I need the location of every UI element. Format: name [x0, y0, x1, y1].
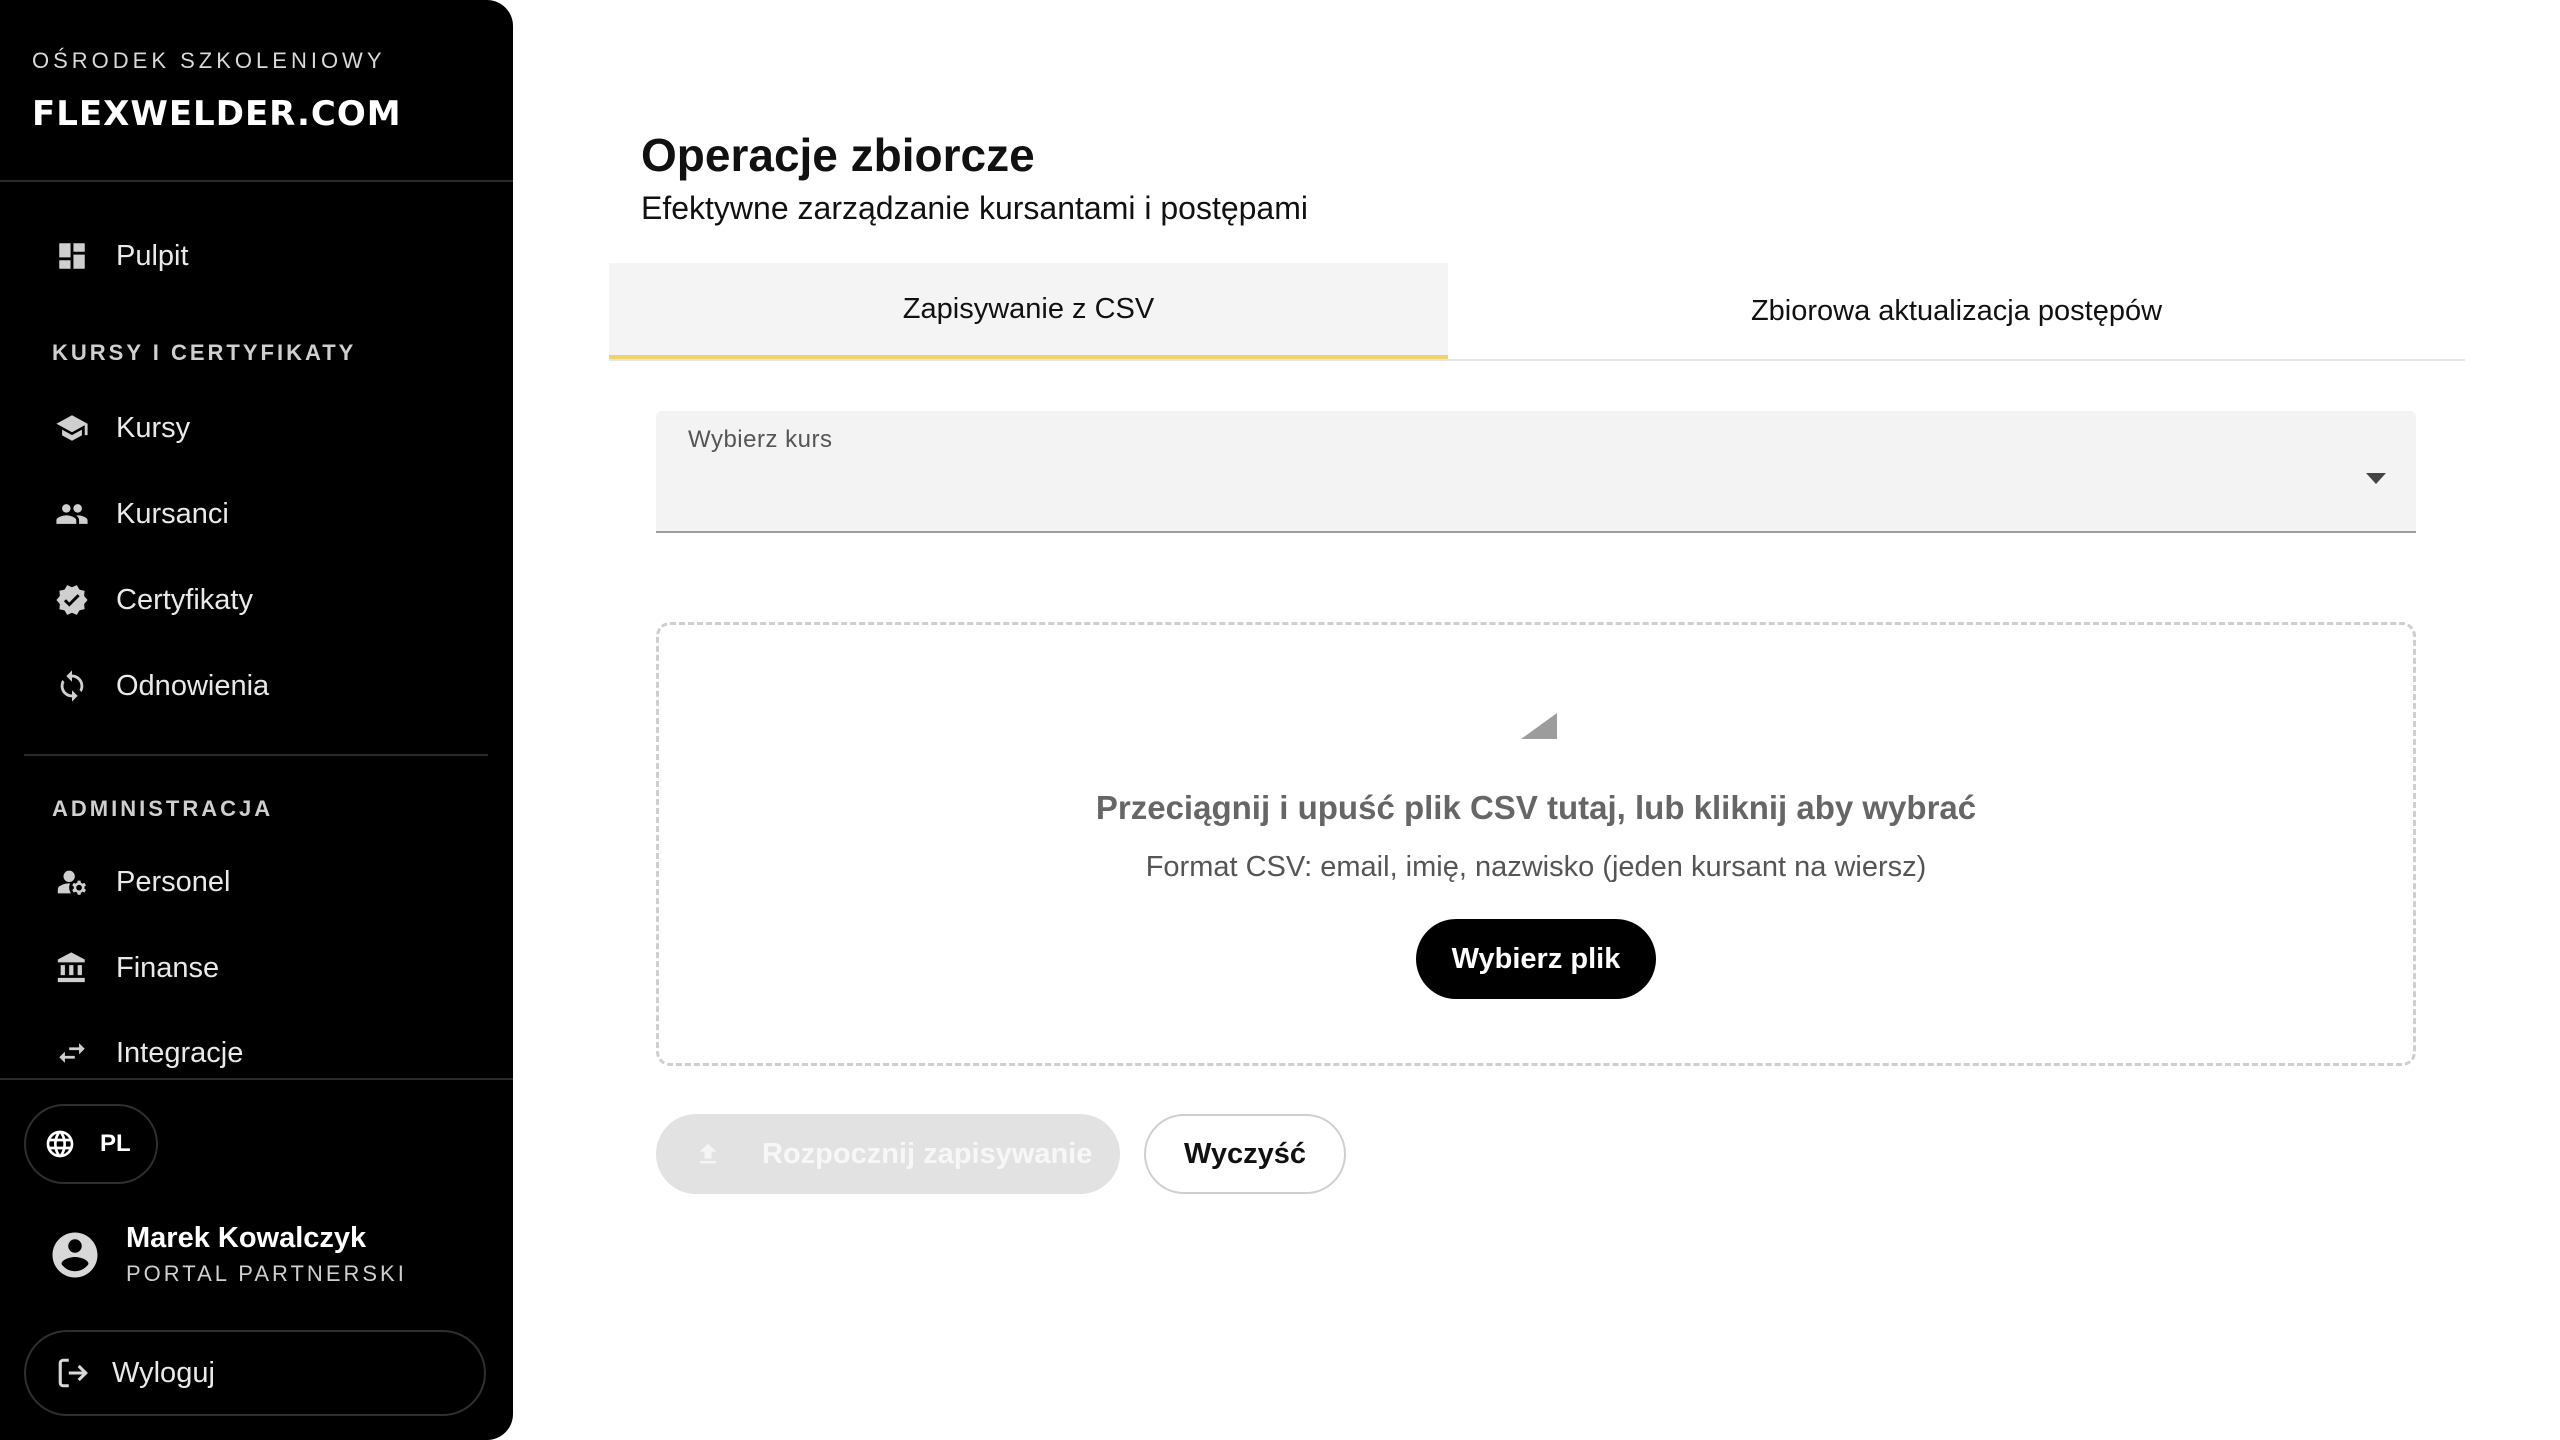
- swap-arrows-icon: [52, 1033, 92, 1073]
- brand: OŚRODEK SZKOLENIOWY FLEXWELDER.COM: [32, 48, 492, 134]
- sidebar-item-integrations[interactable]: Integracje: [26, 1021, 486, 1085]
- manage-accounts-icon: [52, 862, 92, 902]
- language-label: PL: [100, 1130, 131, 1157]
- user-text: Marek Kowalczyk PORTAL PARTNERSKI: [126, 1222, 407, 1287]
- dropzone-format-hint: Format CSV: email, imię, nazwisko (jeden…: [1145, 851, 1927, 883]
- bottom-divider: [0, 1078, 513, 1080]
- school-icon: [52, 408, 92, 448]
- sidebar-item-label: Pulpit: [116, 239, 189, 272]
- upload-file-icon: [1521, 713, 1557, 739]
- page-subtitle: Efektywne zarządzanie kursantami i postę…: [641, 190, 1308, 226]
- tab-csv-enrollment[interactable]: Zapisywanie z CSV: [609, 263, 1448, 359]
- sidebar-item-label: Finanse: [116, 951, 220, 984]
- user-role: PORTAL PARTNERSKI: [126, 1261, 407, 1286]
- sidebar-item-label: Personel: [116, 865, 231, 898]
- app-root: OŚRODEK SZKOLENIOWY FLEXWELDER.COM Pulpi…: [0, 0, 2560, 1440]
- page-title: Operacje zbiorcze: [641, 129, 1035, 181]
- upload-icon: [699, 1143, 717, 1164]
- start-enrollment-button[interactable]: Rozpocznij zapisywanie: [656, 1114, 1120, 1194]
- sidebar-item-label: Certyfikaty: [116, 583, 253, 616]
- dropzone-title: Przeciągnij i upuść plik CSV tutaj, lub …: [1095, 789, 1977, 826]
- brand-divider: [0, 180, 513, 182]
- course-select-label: Wybierz kurs: [688, 426, 833, 453]
- sidebar-item-finance[interactable]: Finanse: [26, 936, 486, 1000]
- sidebar-item-staff[interactable]: Personel: [26, 850, 486, 914]
- user-profile[interactable]: Marek Kowalczyk PORTAL PARTNERSKI: [48, 1222, 407, 1287]
- sidebar-item-label: Integracje: [116, 1036, 244, 1069]
- section-title-administration: ADMINISTRACJA: [52, 796, 274, 821]
- sidebar-item-label: Kursanci: [116, 497, 229, 530]
- dashboard-icon: [52, 236, 92, 276]
- bank-icon: [52, 948, 92, 988]
- refresh-icon: [52, 666, 92, 706]
- dropdown-arrow-icon: [2366, 473, 2386, 484]
- logout-button[interactable]: Wyloguj: [24, 1330, 486, 1416]
- people-icon: [52, 494, 92, 534]
- user-name: Marek Kowalczyk: [126, 1222, 367, 1254]
- language-switch-button[interactable]: PL: [24, 1104, 158, 1184]
- section-title-courses: KURSY I CERTYFIKATY: [52, 340, 357, 365]
- brand-subtitle: OŚRODEK SZKOLENIOWY: [32, 48, 386, 73]
- account-circle-icon: [52, 1232, 98, 1277]
- sidebar-item-dashboard[interactable]: Pulpit: [26, 224, 486, 288]
- tab-bar: Zapisywanie z CSV Zbiorowa aktualizacja …: [609, 263, 2465, 361]
- tab-bulk-progress-update[interactable]: Zbiorowa aktualizacja postępów: [1448, 263, 2465, 359]
- course-select[interactable]: Wybierz kurs: [656, 411, 2416, 533]
- sidebar-item-certificates[interactable]: Certyfikaty: [26, 568, 486, 632]
- verified-badge-icon: [52, 580, 92, 620]
- logout-label: Wyloguj: [112, 1356, 215, 1389]
- sidebar-item-label: Odnowienia: [116, 669, 270, 702]
- globe-icon: [46, 1130, 74, 1158]
- choose-file-button[interactable]: Wybierz plik: [1416, 919, 1656, 999]
- sidebar-item-courses[interactable]: Kursy: [26, 396, 486, 460]
- sidebar: OŚRODEK SZKOLENIOWY FLEXWELDER.COM Pulpi…: [0, 0, 513, 1440]
- csv-dropzone[interactable]: Przeciągnij i upuść plik CSV tutaj, lub …: [656, 622, 2416, 1066]
- sidebar-item-label: Kursy: [116, 411, 191, 444]
- brand-logo[interactable]: FLEXWELDER.COM: [32, 94, 492, 134]
- sidebar-item-renewals[interactable]: Odnowienia: [26, 654, 486, 718]
- nav-divider: [24, 754, 488, 756]
- sidebar-item-students[interactable]: Kursanci: [26, 482, 486, 546]
- start-enrollment-label: Rozpocznij zapisywanie: [762, 1137, 1093, 1170]
- clear-button[interactable]: Wyczyść: [1144, 1114, 1346, 1194]
- logout-icon: [58, 1358, 88, 1388]
